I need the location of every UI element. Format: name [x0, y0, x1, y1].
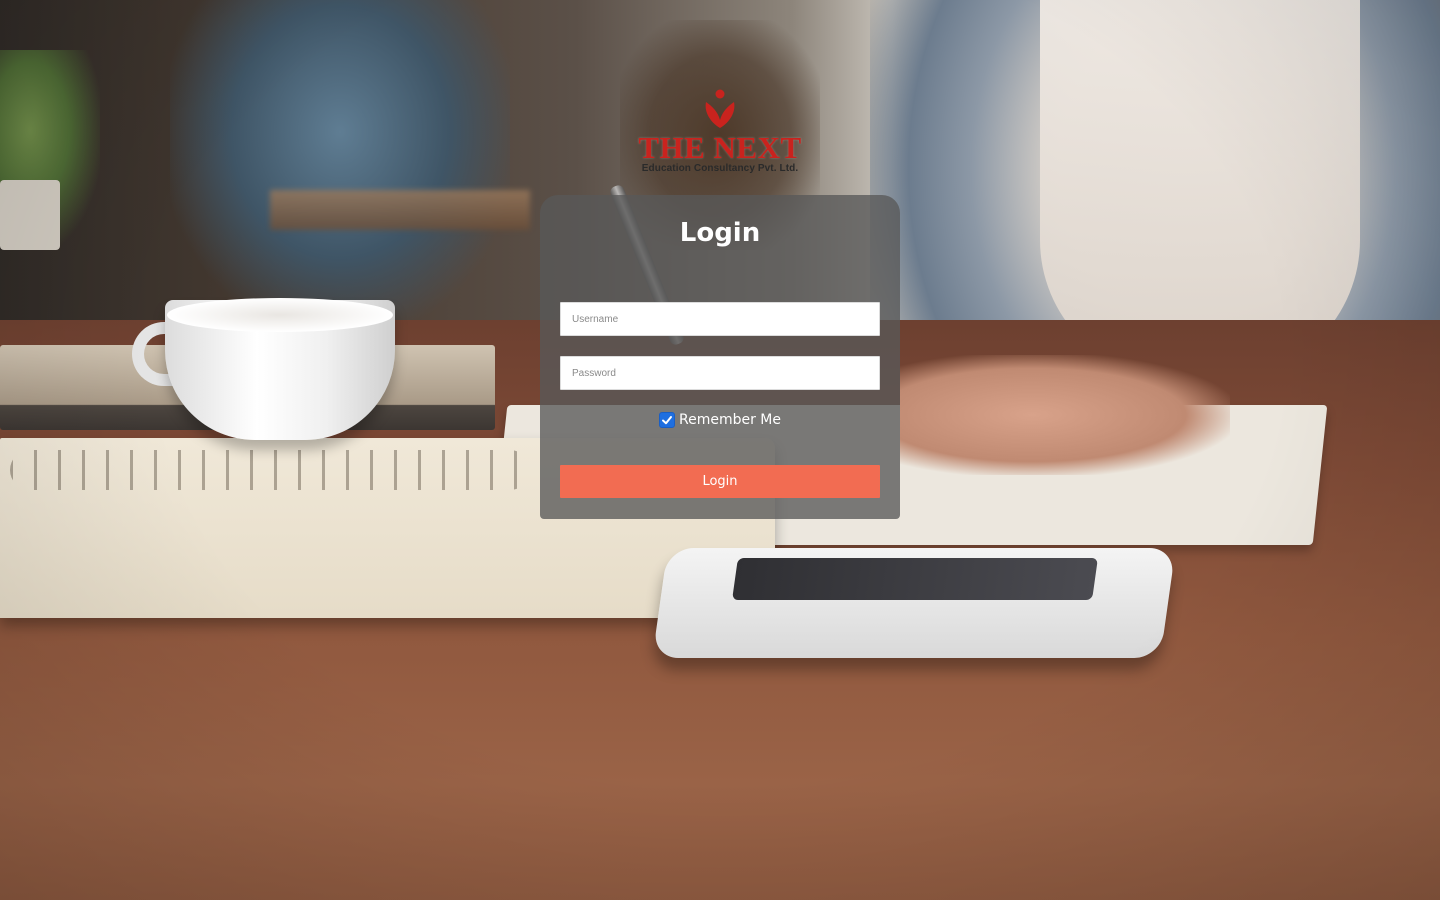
remember-me-row[interactable]: Remember Me [540, 409, 900, 431]
login-title: Login [679, 218, 761, 248]
remember-me-label: Remember Me [679, 412, 781, 428]
person-leaf-logo-icon [705, 89, 735, 128]
remember-me-checkbox[interactable] [659, 412, 675, 428]
brand-subtitle: Education Consultancy Pvt. Ltd. [641, 163, 799, 174]
brand-logo: THE NEXT Education Consultancy Pvt. Ltd. [620, 88, 820, 180]
username-input[interactable] [560, 302, 880, 336]
login-button[interactable]: Login [560, 465, 880, 498]
login-page: THE NEXT Education Consultancy Pvt. Ltd.… [0, 0, 1440, 900]
login-card: Login Remember Me Login [540, 195, 900, 519]
brand-name: THE NEXT [638, 130, 802, 165]
checkmark-icon [662, 416, 672, 425]
password-input[interactable] [560, 356, 880, 390]
